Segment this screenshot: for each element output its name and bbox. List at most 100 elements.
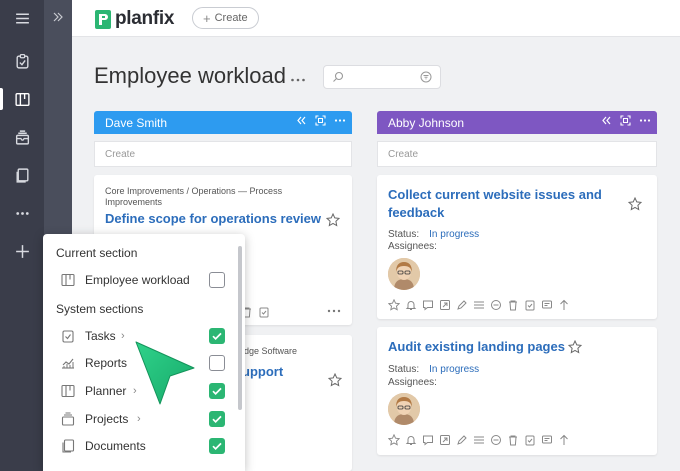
planfix-logo[interactable]: planfix — [95, 8, 174, 30]
visibility-checkbox[interactable] — [209, 328, 225, 344]
menu-item-label: Employee workload — [85, 273, 190, 287]
documents-icon — [15, 167, 29, 183]
create-button-label: Create — [214, 12, 248, 24]
board-icon — [14, 92, 30, 106]
visibility-checkbox[interactable] — [209, 272, 225, 288]
message-icon[interactable] — [541, 434, 553, 446]
task-card[interactable]: Collect current website issues and feedb… — [377, 175, 657, 319]
card-title-link[interactable]: Define scope for operations review — [105, 210, 330, 228]
bell-icon[interactable] — [405, 299, 417, 311]
menu-item-label: Tasks — [85, 329, 116, 343]
planfix-logo-icon — [95, 9, 111, 29]
create-task-input[interactable]: Create — [377, 141, 657, 167]
star-icon[interactable] — [568, 340, 582, 354]
visibility-checkbox[interactable] — [209, 383, 225, 399]
expand-panel-button[interactable] — [44, 6, 72, 28]
forward-icon[interactable] — [439, 434, 451, 446]
checklist-icon[interactable] — [524, 434, 536, 446]
hamburger-icon — [15, 13, 29, 23]
visibility-checkbox[interactable] — [209, 355, 225, 371]
tasks-nav-button[interactable] — [0, 43, 44, 79]
bell-icon[interactable] — [405, 434, 417, 446]
task-clipboard-icon — [62, 330, 74, 343]
visibility-checkbox[interactable] — [209, 438, 225, 454]
search-box[interactable] — [323, 65, 441, 89]
more-nav-button[interactable] — [0, 195, 44, 231]
page-title: Employee workload — [94, 63, 286, 88]
star-icon[interactable] — [326, 213, 340, 227]
arrow-up-icon[interactable] — [558, 434, 570, 446]
documents-nav-button[interactable] — [0, 157, 44, 193]
plus-icon — [15, 244, 29, 258]
chevron-right-icon: › — [121, 330, 125, 342]
visibility-checkbox[interactable] — [209, 411, 225, 427]
collapse-column-icon[interactable] — [601, 115, 612, 126]
menu-item-employee-workload[interactable]: Employee workload — [43, 267, 235, 293]
delete-icon[interactable] — [507, 299, 519, 311]
projects-nav-button[interactable] — [0, 119, 44, 155]
filter-icon[interactable] — [420, 71, 432, 83]
status-value[interactable]: In progress — [429, 229, 479, 240]
search-input[interactable] — [346, 69, 422, 85]
plus-icon: + — [203, 10, 211, 26]
menu-item-label: Reports — [85, 356, 128, 370]
task-clipboard-icon — [15, 53, 29, 69]
board-icon — [61, 384, 75, 398]
list-icon[interactable] — [473, 299, 485, 311]
ellipsis-icon — [291, 78, 305, 82]
task-card[interactable]: Audit existing landing pages Status: In p… — [377, 327, 657, 455]
column-more-icon[interactable] — [639, 115, 651, 126]
menu-item-label: Documents — [85, 439, 146, 453]
menu-item-label: Projects — [85, 412, 129, 426]
avatar[interactable] — [388, 258, 420, 290]
star-icon[interactable] — [388, 299, 400, 311]
stack-icon — [61, 412, 75, 426]
comment-icon[interactable] — [422, 299, 434, 311]
forward-icon[interactable] — [439, 299, 451, 311]
card-title-link[interactable]: upport — [242, 363, 283, 381]
list-icon[interactable] — [473, 434, 485, 446]
create-task-input[interactable]: Create — [94, 141, 352, 167]
menu-scrollbar[interactable] — [238, 246, 242, 410]
double-chevron-right-icon — [53, 12, 63, 22]
planner-nav-button[interactable] — [0, 81, 44, 117]
focus-column-icon[interactable] — [315, 115, 326, 126]
delete-icon[interactable] — [507, 434, 519, 446]
edit-icon[interactable] — [456, 299, 468, 311]
card-title-link[interactable]: Audit existing landing pages — [388, 338, 565, 356]
logo-text: planfix — [115, 8, 175, 29]
top-bar: planfix + Create — [72, 0, 680, 37]
checklist-icon[interactable] — [524, 299, 536, 311]
column-header-dave-smith: Dave Smith — [94, 111, 352, 134]
main-navigation-rail — [0, 0, 44, 471]
comment-icon[interactable] — [422, 434, 434, 446]
chart-icon — [62, 358, 74, 369]
page-more-button[interactable] — [290, 70, 306, 88]
column-title: Dave Smith — [105, 115, 168, 130]
hamburger-menu-button[interactable] — [0, 0, 44, 36]
status-value[interactable]: In progress — [429, 364, 479, 375]
star-icon[interactable] — [388, 434, 400, 446]
card-title-link[interactable]: Collect current website issues and feedb… — [388, 186, 608, 222]
create-button[interactable]: + Create — [192, 7, 259, 29]
assignees-label: Assignees: — [388, 377, 437, 388]
assignees-label: Assignees: — [388, 241, 437, 252]
star-icon[interactable] — [328, 373, 342, 387]
add-nav-button[interactable] — [0, 233, 44, 269]
focus-column-icon[interactable] — [620, 115, 631, 126]
card-more-icon[interactable] — [327, 309, 341, 313]
menu-item-documents[interactable]: Documents — [43, 433, 235, 459]
avatar[interactable] — [388, 393, 420, 425]
arrow-up-icon[interactable] — [558, 299, 570, 311]
message-icon[interactable] — [541, 299, 553, 311]
minus-circle-icon[interactable] — [490, 299, 502, 311]
system-sections-heading: System sections — [56, 302, 144, 316]
column-more-icon[interactable] — [334, 115, 346, 126]
minus-circle-icon[interactable] — [490, 434, 502, 446]
checklist-icon[interactable] — [258, 306, 270, 318]
star-icon[interactable] — [628, 197, 642, 211]
collapse-column-icon[interactable] — [296, 115, 307, 126]
chevron-right-icon: › — [137, 413, 141, 425]
edit-icon[interactable] — [456, 434, 468, 446]
card-breadcrumb: Core Improvements / Operations — Process… — [105, 186, 283, 207]
